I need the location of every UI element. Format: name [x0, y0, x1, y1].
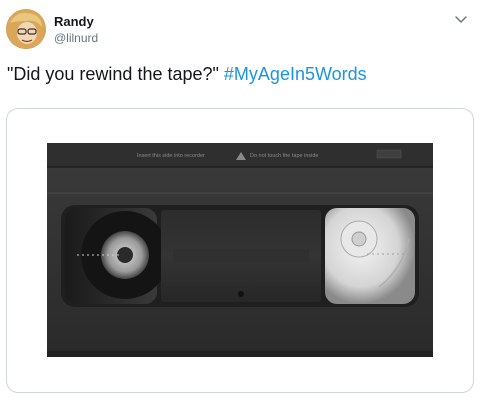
chevron-down-icon[interactable] [454, 12, 468, 26]
hashtag-link[interactable]: #MyAgeIn5Words [224, 64, 367, 84]
avatar-image [6, 9, 46, 49]
tweet-body: "Did you rewind the tape?" [7, 64, 219, 84]
user-handle[interactable]: @lilnurd [54, 31, 98, 45]
tweet-media[interactable]: Insert this side into recorder Do not to… [6, 108, 474, 393]
user-name[interactable]: Randy [54, 14, 94, 29]
tape-label-left: Insert this side into recorder [137, 153, 205, 159]
tape-label-right: Do not touch the tape inside [250, 153, 319, 159]
vhs-tape-image: Insert this side into recorder Do not to… [47, 143, 433, 357]
avatar[interactable] [6, 9, 46, 49]
tweet-text: "Did you rewind the tape?" #MyAgeIn5Word… [7, 62, 477, 86]
